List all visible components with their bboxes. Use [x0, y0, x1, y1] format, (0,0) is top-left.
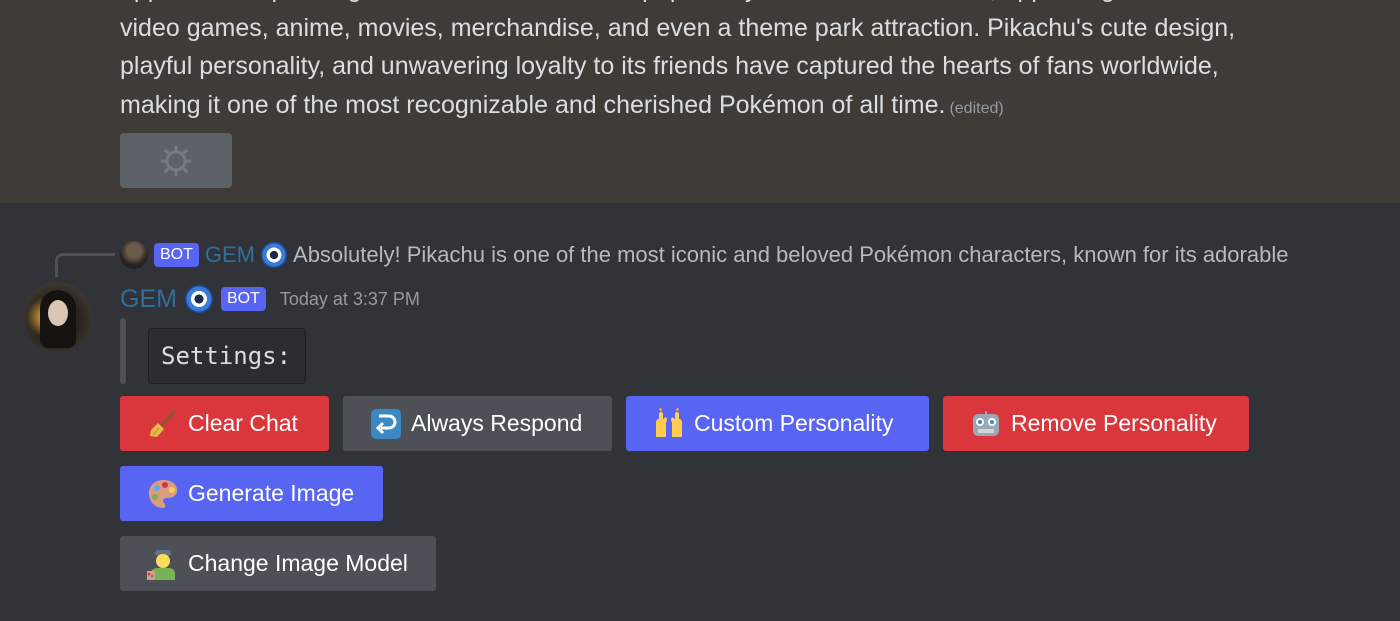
- custom-personality-label: Custom Personality: [694, 410, 894, 436]
- clear-chat-label: Clear Chat: [188, 410, 298, 436]
- message-header: GEM BOT Today at 3:37 PM: [120, 282, 420, 316]
- palette-icon: [146, 477, 180, 511]
- inline-code-block: Settings:: [148, 328, 306, 384]
- reply-avatar[interactable]: [120, 241, 148, 269]
- remove-personality-button[interactable]: Remove Personality: [943, 396, 1249, 451]
- avatar[interactable]: [22, 282, 92, 352]
- reply-spine: [55, 253, 115, 277]
- nazar-amulet-icon: [184, 285, 213, 313]
- message-line: video games, anime, movies, merchandise,…: [120, 13, 1236, 42]
- message-line: making it one of the most recognizable a…: [120, 86, 1370, 129]
- loading-button[interactable]: [120, 133, 232, 188]
- custom-personality-button[interactable]: Custom Personality: [626, 396, 929, 451]
- nazar-amulet-icon: [261, 242, 288, 268]
- always-respond-button[interactable]: Always Respond: [343, 396, 612, 451]
- robot-icon: [969, 407, 1003, 441]
- message-timestamp[interactable]: Today at 3:37 PM: [280, 289, 420, 310]
- bot-tag: BOT: [220, 287, 266, 311]
- artist-icon: [146, 547, 180, 581]
- change-image-model-label: Change Image Model: [188, 550, 408, 576]
- edited-label: (edited): [949, 99, 1004, 117]
- return-arrow-icon: [369, 407, 403, 441]
- reply-preview[interactable]: BOT GEM Absolutely! Pikachu is one of th…: [120, 240, 1288, 270]
- message-line: playful personality, and unwavering loya…: [120, 52, 1219, 80]
- reply-username[interactable]: GEM: [205, 242, 255, 268]
- broom-icon: [146, 407, 180, 441]
- change-image-model-button[interactable]: Change Image Model: [120, 536, 436, 591]
- generate-image-button[interactable]: Generate Image: [120, 466, 383, 521]
- clear-chat-button[interactable]: Clear Chat: [120, 396, 329, 451]
- message-line: appeared in spin-off games and has becom…: [120, 0, 1370, 9]
- author-username[interactable]: GEM: [120, 285, 177, 314]
- generate-image-label: Generate Image: [188, 480, 355, 506]
- raised-hands-icon: [652, 407, 686, 441]
- bot-tag: BOT: [154, 243, 199, 267]
- reply-text[interactable]: Absolutely! Pikachu is one of the most i…: [293, 242, 1288, 268]
- remove-personality-label: Remove Personality: [1011, 410, 1217, 436]
- previous-message-text: appeared in spin-off games and has becom…: [120, 0, 1370, 128]
- quote-bar: [120, 318, 126, 384]
- always-respond-label: Always Respond: [411, 410, 583, 436]
- avatar-face: [48, 300, 68, 326]
- message-line-text: making it one of the most recognizable a…: [120, 90, 946, 119]
- loading-spinner-icon: [161, 145, 191, 176]
